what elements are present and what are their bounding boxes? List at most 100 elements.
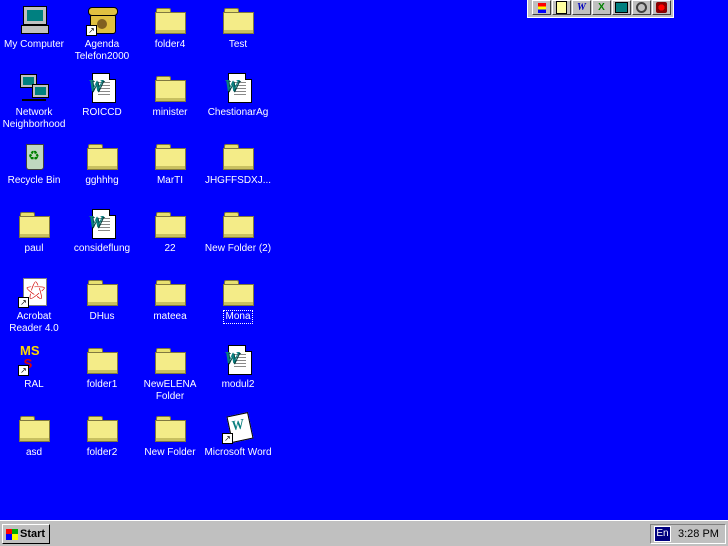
desktop-icon-gghhhg[interactable]: gghhhg: [68, 138, 136, 187]
desktop-icon-marti[interactable]: MarTI: [136, 138, 204, 187]
desktop-icon-new-folder-2[interactable]: New Folder (2): [204, 206, 272, 255]
folder-icon: [222, 208, 254, 240]
telephone-icon: ↗: [86, 4, 118, 36]
desktop-icon-my-computer[interactable]: My Computer: [0, 2, 68, 51]
taskbar-clock[interactable]: 3:28 PM: [678, 528, 719, 540]
desktop-icon-folder4[interactable]: folder4: [136, 2, 204, 51]
office-shortcut-bar: W X: [527, 0, 674, 18]
icon-label: mateea: [153, 311, 187, 322]
icon-label: paul: [24, 243, 44, 254]
ms-app-icon: MS S ↗: [18, 343, 40, 376]
office-menu-button[interactable]: [532, 0, 551, 15]
desktop-icon-22[interactable]: 22: [136, 206, 204, 255]
start-button-label: Start: [20, 528, 46, 540]
computer-icon: [18, 4, 50, 36]
desktop-icon-folder2[interactable]: folder2: [68, 410, 136, 459]
excel-icon: X: [598, 2, 605, 13]
system-tray: En 3:28 PM: [650, 524, 726, 544]
desktop-icon-new-folder[interactable]: New Folder: [136, 410, 204, 459]
folder-icon: [154, 72, 186, 104]
icon-label: New Folder: [144, 447, 196, 458]
folder-icon: [86, 344, 118, 376]
word-document-icon: W: [86, 208, 118, 240]
folder-icon: [86, 140, 118, 172]
microsoft-word-icon: ↗: [222, 412, 254, 444]
desktop-icon-ral[interactable]: MS S ↗ RAL: [0, 342, 68, 391]
desktop-icon-folder1[interactable]: folder1: [68, 342, 136, 391]
icon-label: Acrobat Reader 4.0: [9, 311, 59, 334]
shortcut-arrow-icon: ↗: [18, 365, 29, 376]
new-document-icon: [556, 1, 567, 14]
icon-label: MarTI: [156, 175, 184, 186]
word-document-icon: W: [222, 72, 254, 104]
desktop-icon-consideflung[interactable]: W consideflung: [68, 206, 136, 255]
desktop-icon-paul[interactable]: paul: [0, 206, 68, 255]
acrobat-reader-icon: ↗: [18, 276, 50, 308]
folder-icon: [222, 276, 254, 308]
icon-label: folder1: [86, 379, 118, 390]
office-logo-icon: [537, 2, 546, 13]
powerpoint-icon: [615, 2, 628, 13]
desktop-icon-dhus[interactable]: DHus: [68, 274, 136, 323]
shortcut-arrow-icon: ↗: [18, 297, 29, 308]
desktop-icon-minister[interactable]: minister: [136, 70, 204, 119]
recycle-bin-icon: [18, 140, 50, 172]
folder-icon: [86, 412, 118, 444]
icon-label: gghhhg: [85, 175, 119, 186]
office-powerpoint-button[interactable]: [612, 0, 631, 15]
desktop-icon-newelena-folder[interactable]: NewELENA Folder: [136, 342, 204, 403]
shortcut-arrow-icon: ↗: [222, 433, 233, 444]
desktop-icon-acrobat-reader[interactable]: ↗ Acrobat Reader 4.0: [0, 274, 68, 335]
folder-icon: [222, 4, 254, 36]
start-button[interactable]: Start: [2, 524, 50, 544]
windows-logo-icon: [6, 528, 18, 540]
icon-label: NewELENA Folder: [143, 379, 197, 402]
icon-label: Agenda Telefon2000: [74, 39, 130, 62]
folder-icon: [154, 276, 186, 308]
desktop-icon-chestionarag[interactable]: W ChestionarAg: [204, 70, 272, 119]
folder-icon: [222, 140, 254, 172]
language-indicator[interactable]: En: [654, 526, 671, 542]
desktop-icon-roiccd[interactable]: W ROICCD: [68, 70, 136, 119]
icon-label: Microsoft Word: [204, 447, 272, 458]
icon-label: ChestionarAg: [207, 107, 269, 118]
desktop-icon-agenda-telefon[interactable]: ↗ Agenda Telefon2000: [68, 2, 136, 63]
folder-icon: [154, 4, 186, 36]
desktop-icon-asd[interactable]: asd: [0, 410, 68, 459]
icon-label: New Folder (2): [204, 243, 272, 254]
shortcut-arrow-icon: ↗: [86, 25, 97, 36]
icon-label: minister: [152, 107, 188, 118]
taskbar: Start En 3:28 PM: [0, 520, 728, 546]
desktop-icon-jhgffsdxj[interactable]: JHGFFSDXJ...: [204, 138, 272, 187]
icon-label: folder4: [154, 39, 186, 50]
icon-label: My Computer: [3, 39, 64, 50]
office-word-button[interactable]: W: [572, 0, 591, 15]
word-document-icon: W: [222, 344, 254, 376]
icon-label: ROICCD: [82, 107, 122, 118]
icon-label: Network Neighborhood: [2, 107, 66, 130]
office-excel-button[interactable]: X: [592, 0, 611, 15]
icon-label: modul2: [221, 379, 255, 390]
desktop-icon-mona[interactable]: Mona: [204, 274, 272, 324]
desktop-icon-network-neighborhood[interactable]: Network Neighborhood: [0, 70, 68, 131]
folder-icon: [86, 276, 118, 308]
folder-icon: [18, 412, 50, 444]
folder-icon: [154, 208, 186, 240]
desktop-icon-recycle-bin[interactable]: Recycle Bin: [0, 138, 68, 187]
desktop[interactable]: My Computer Network Neighborhood Recycle…: [0, 0, 728, 520]
icon-label: Test: [228, 39, 248, 50]
icon-label: RAL: [24, 379, 44, 390]
desktop-icon-microsoft-word[interactable]: ↗ Microsoft Word: [204, 410, 272, 459]
desktop-icon-test[interactable]: Test: [204, 2, 272, 51]
desktop-icon-modul2[interactable]: W modul2: [204, 342, 272, 391]
icon-label: asd: [25, 447, 43, 458]
office-tools-icon: [656, 2, 667, 13]
icon-label: Mona: [223, 310, 253, 324]
office-find-button[interactable]: [632, 0, 651, 15]
office-new-document-button[interactable]: [552, 0, 571, 15]
magnifier-icon: [636, 2, 647, 13]
word-document-icon: W: [86, 72, 118, 104]
office-assistant-button[interactable]: [652, 0, 671, 15]
desktop-icon-mateea[interactable]: mateea: [136, 274, 204, 323]
network-icon: [18, 72, 50, 104]
